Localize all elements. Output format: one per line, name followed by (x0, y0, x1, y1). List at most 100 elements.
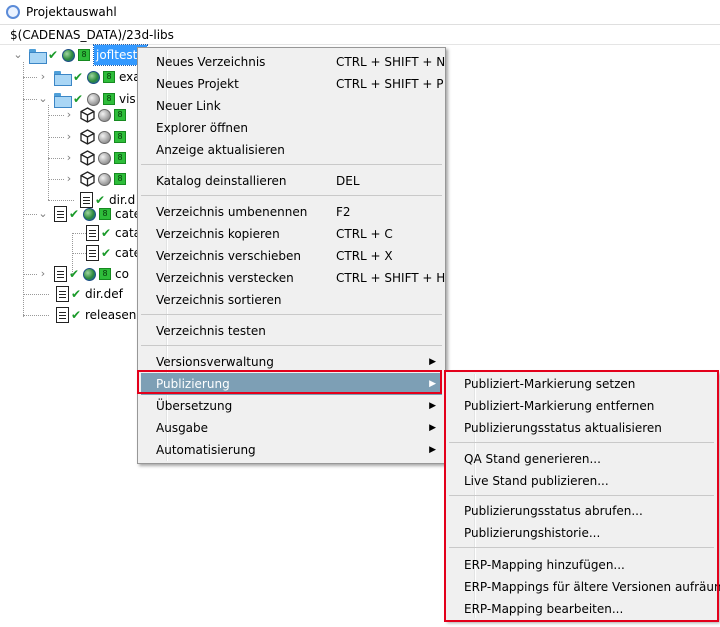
menu-item-shortcut: F2 (336, 205, 351, 219)
menu-item-new-project[interactable]: Neues Projekt CTRL + SHIFT + P (141, 73, 444, 95)
tree-node[interactable]: › 8 (64, 127, 130, 147)
publishing-submenu[interactable]: Publiziert-Markierung setzen Publiziert-… (445, 371, 720, 621)
tree-node[interactable]: ✔ cata (86, 223, 141, 243)
status-badge-icon: 8 (114, 109, 126, 121)
menu-separator (449, 442, 714, 443)
menu-separator (141, 314, 442, 315)
menu-item-label: Publiziert-Markierung entfernen (464, 399, 655, 413)
submenu-item-generate-qa-stage[interactable]: QA Stand generieren... (449, 448, 714, 470)
tree-node[interactable]: › 8 (64, 148, 130, 168)
menu-item-version-control[interactable]: Versionsverwaltung ▶ (141, 351, 442, 373)
submenu-arrow-icon: ▶ (429, 357, 436, 367)
tree-node[interactable]: ✔ dir.def (56, 284, 123, 304)
menu-item-label: ERP-Mapping bearbeiten... (464, 602, 624, 616)
tree-node[interactable]: › ✔ 8 co (38, 264, 129, 284)
tree-node[interactable]: ⌄ ✔ 8 cate (38, 204, 141, 224)
menu-item-uninstall-catalog[interactable]: Katalog deinstallieren DEL (141, 170, 442, 192)
menu-item-label: Katalog deinstallieren (156, 174, 287, 188)
globe-icon (83, 207, 96, 221)
tree-line (23, 274, 37, 275)
menu-item-publishing[interactable]: Publizierung ▶ (141, 373, 442, 395)
menu-separator (141, 195, 442, 196)
submenu-item-edit-erp-mapping[interactable]: ERP-Mapping bearbeiten... (449, 598, 714, 620)
menu-item-sort-directory[interactable]: Verzeichnis sortieren (141, 289, 442, 311)
menu-item-move-directory[interactable]: Verzeichnis verschieben CTRL + X (141, 245, 442, 267)
menu-item-label: Ausgabe (156, 421, 209, 435)
menu-item-copy-directory[interactable]: Verzeichnis kopieren CTRL + C (141, 223, 442, 245)
expand-open-icon[interactable]: ⌄ (13, 45, 23, 65)
checkmark-icon: ✔ (71, 286, 82, 301)
menu-item-automation[interactable]: Automatisierung ▶ (141, 439, 442, 461)
menu-item-new-link[interactable]: Neuer Link (141, 95, 442, 117)
checkmark-icon: ✔ (71, 307, 82, 322)
menu-item-label: Anzeige aktualisieren (156, 143, 285, 157)
tree-line (48, 158, 64, 159)
tree-line (72, 233, 86, 234)
submenu-item-update-publishing-status[interactable]: Publizierungsstatus aktualisieren (449, 417, 714, 439)
tree-node-root[interactable]: ⌄ ✔ 8 jofltest2 (13, 44, 148, 66)
globe-icon (87, 70, 100, 84)
menu-item-label: Verzeichnis testen (156, 324, 266, 338)
folder-open-icon (29, 48, 47, 64)
expand-open-icon[interactable]: ⌄ (38, 89, 48, 109)
menu-item-label: Übersetzung (156, 399, 233, 413)
checkmark-icon: ✔ (101, 245, 112, 260)
submenu-item-publishing-history[interactable]: Publizierungshistorie... (449, 522, 714, 544)
menu-item-label: Neues Projekt (156, 77, 239, 91)
menu-item-label: QA Stand generieren... (464, 452, 601, 466)
tree-node[interactable]: › 8 (64, 105, 130, 125)
globe-icon (98, 130, 111, 144)
tree-node[interactable]: › 8 (64, 169, 130, 189)
expand-closed-icon[interactable]: › (64, 148, 74, 168)
expand-closed-icon[interactable]: › (38, 264, 48, 284)
tree-line (23, 99, 37, 100)
menu-item-refresh-view[interactable]: Anzeige aktualisieren (141, 139, 442, 161)
submenu-item-fetch-publishing-status[interactable]: Publizierungsstatus abrufen... (449, 500, 714, 522)
menu-item-shortcut: DEL (336, 174, 360, 188)
tree-node-label[interactable]: dir.def (85, 284, 123, 304)
expand-open-icon[interactable]: ⌄ (38, 204, 48, 224)
expand-closed-icon[interactable]: › (64, 105, 74, 125)
menu-item-output[interactable]: Ausgabe ▶ (141, 417, 442, 439)
checkmark-icon: ✔ (73, 91, 84, 106)
menu-item-label: Neues Verzeichnis (156, 55, 266, 69)
menu-item-rename-directory[interactable]: Verzeichnis umbenennen F2 (141, 201, 442, 223)
menu-item-open-explorer[interactable]: Explorer öffnen (141, 117, 442, 139)
menu-item-test-directory[interactable]: Verzeichnis testen (141, 320, 442, 342)
menu-item-hide-directory[interactable]: Verzeichnis verstecken CTRL + SHIFT + H (141, 267, 445, 289)
expand-closed-icon[interactable]: › (38, 67, 48, 87)
submenu-item-set-published-mark[interactable]: Publiziert-Markierung setzen (449, 373, 714, 395)
tree-line (48, 115, 64, 116)
tree-node[interactable]: › ✔ 8 exa (38, 67, 141, 87)
expand-closed-icon[interactable]: › (64, 127, 74, 147)
tree-line (23, 315, 49, 316)
status-badge-icon: 8 (99, 268, 111, 280)
menu-item-label: ERP-Mappings für ältere Versionen aufräu… (464, 580, 720, 594)
tree-line (72, 253, 86, 254)
menu-item-label: Neuer Link (156, 99, 221, 113)
status-badge-icon: 8 (78, 49, 90, 61)
context-menu[interactable]: Neues Verzeichnis CTRL + SHIFT + N Neues… (137, 47, 446, 464)
cube-icon (80, 107, 95, 123)
menu-item-new-directory[interactable]: Neues Verzeichnis CTRL + SHIFT + N (141, 51, 445, 73)
submenu-item-cleanup-erp-mappings[interactable]: ERP-Mappings für ältere Versionen aufräu… (449, 576, 720, 598)
expand-closed-icon[interactable]: › (64, 169, 74, 189)
menu-item-label: Verzeichnis sortieren (156, 293, 282, 307)
tree-node[interactable]: ✔ releasenc (56, 305, 143, 325)
tree-node[interactable]: ✔ cate (86, 243, 141, 263)
menu-item-label: Verzeichnis verstecken (156, 271, 294, 285)
submenu-item-remove-published-mark[interactable]: Publiziert-Markierung entfernen (449, 395, 714, 417)
menu-item-label: Publiziert-Markierung setzen (464, 377, 636, 391)
menu-item-label: Publizierungsstatus abrufen... (464, 504, 643, 518)
menu-item-translation[interactable]: Übersetzung ▶ (141, 395, 442, 417)
menu-separator (449, 547, 714, 548)
status-badge-icon: 8 (103, 93, 115, 105)
globe-icon (98, 151, 111, 165)
submenu-item-publish-live-stage[interactable]: Live Stand publizieren... (449, 470, 714, 492)
submenu-arrow-icon: ▶ (429, 401, 436, 411)
tree-line (23, 77, 37, 78)
submenu-item-add-erp-mapping[interactable]: ERP-Mapping hinzufügen... (449, 554, 714, 576)
tree-node-label[interactable]: releasenc (85, 305, 143, 325)
status-badge-icon: 8 (99, 208, 111, 220)
tree-node-label[interactable]: co (115, 264, 129, 284)
